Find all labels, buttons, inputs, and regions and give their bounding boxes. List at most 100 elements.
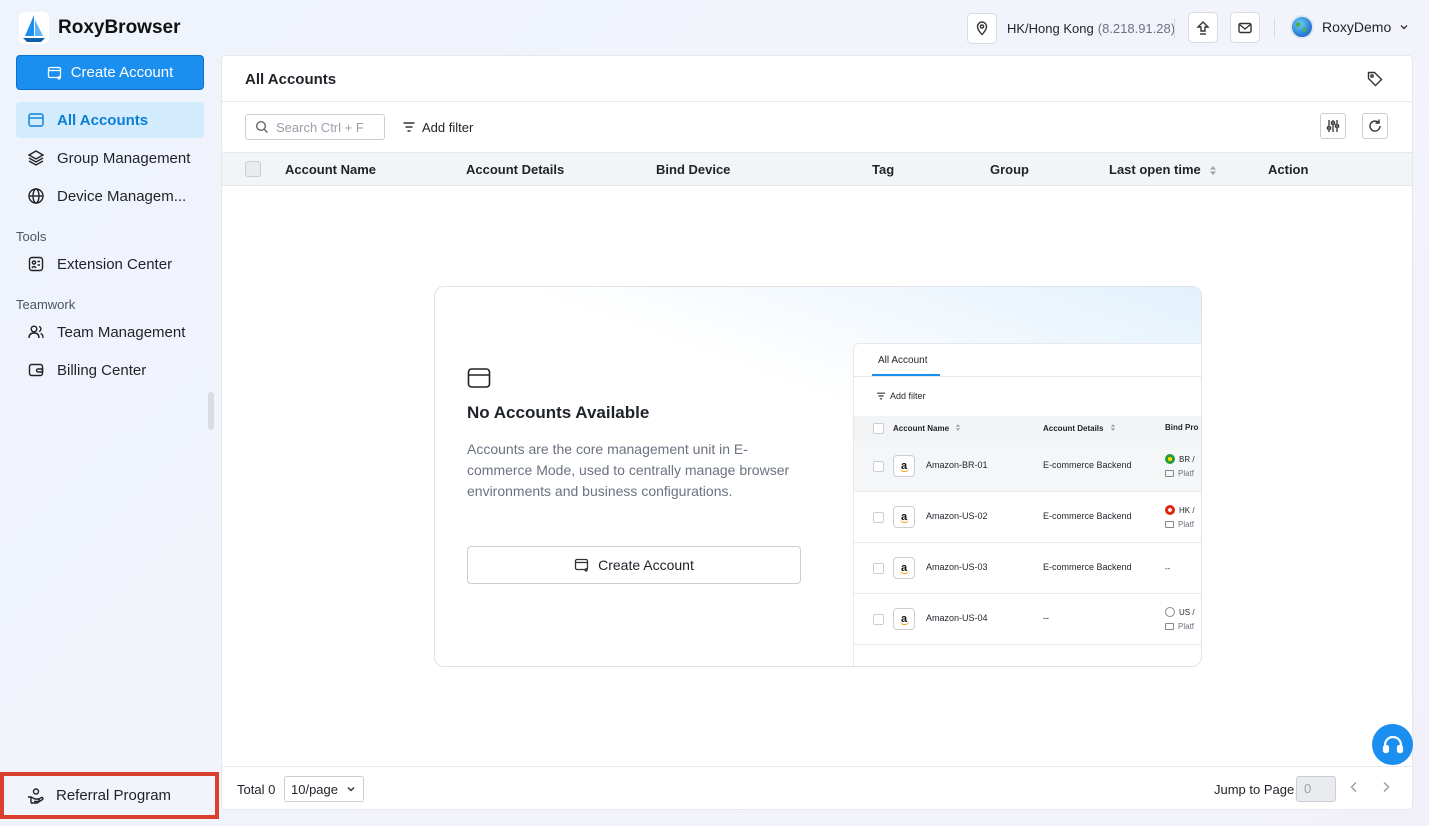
chevron-down-icon <box>347 787 355 792</box>
jump-page-input[interactable]: 0 <box>1296 776 1336 802</box>
sidebar-item-extension-center[interactable]: Extension Center <box>16 246 204 282</box>
sidebar-item-device-management[interactable]: Device Managem... <box>16 178 204 214</box>
referral-gift-icon <box>28 787 44 804</box>
user-name: RoxyDemo <box>1322 19 1392 35</box>
table-header: Account Name Account Details Bind Device… <box>222 152 1412 186</box>
preview-table-header: Account Name Account Details Bind Pro <box>854 416 1201 441</box>
preview-checkbox <box>873 614 884 625</box>
location-name: HK/Hong Kong <box>1007 21 1094 36</box>
sidebar-item-label: Team Management <box>57 323 186 341</box>
main-panel: All Accounts Search Ctrl + F Add filter … <box>221 55 1413 810</box>
referral-program-button[interactable]: Referral Program <box>0 772 219 819</box>
col-account-name[interactable]: Account Name <box>285 162 376 177</box>
col-last-open-label: Last open time <box>1109 162 1201 177</box>
preview-account-name: Amazon-US-02 <box>926 511 988 521</box>
tag-icon <box>1367 71 1383 87</box>
preview-bind-platform: Platf <box>1178 469 1195 478</box>
brazil-flag-icon <box>1165 454 1175 464</box>
preview-row: a Amazon-US-03 E-commerce Backend -- <box>854 543 1201 594</box>
empty-state-text: No Accounts Available Accounts are the c… <box>467 367 807 502</box>
add-account-icon <box>47 66 61 80</box>
sidebar-item-group-management[interactable]: Group Management <box>16 140 204 176</box>
preview-add-filter: Add filter <box>876 391 926 401</box>
create-account-label: Create Account <box>70 64 174 81</box>
sidebar-item-label: Extension Center <box>57 255 173 273</box>
wallet-icon <box>28 363 44 377</box>
amazon-icon: a <box>893 608 915 630</box>
tag-button[interactable] <box>1366 70 1384 88</box>
add-account-icon <box>574 558 589 572</box>
create-account-button[interactable]: Create Account <box>16 55 204 90</box>
tools-section-title: Tools <box>16 229 47 244</box>
globe-icon <box>1165 607 1175 617</box>
support-button[interactable] <box>1372 724 1413 765</box>
add-filter-label: Add filter <box>422 119 474 135</box>
location-pin-icon <box>967 12 997 44</box>
card-icon <box>28 113 44 127</box>
next-page-button[interactable] <box>1379 780 1393 794</box>
search-input[interactable]: Search Ctrl + F <box>245 114 385 140</box>
add-filter-button[interactable]: Add filter <box>402 114 473 140</box>
preview-checkbox <box>873 423 884 434</box>
sliders-icon <box>1326 120 1340 132</box>
preview-bind-location: BR / <box>1179 455 1195 464</box>
layers-icon <box>27 150 45 166</box>
preview-bind-platform: Platf <box>1178 622 1195 631</box>
team-icon <box>28 325 44 339</box>
prev-page-button[interactable] <box>1347 780 1361 794</box>
monitor-icon <box>1165 470 1174 477</box>
search-placeholder: Search Ctrl + F <box>276 119 364 135</box>
divider <box>854 376 1201 377</box>
col-group[interactable]: Group <box>990 162 1029 177</box>
upload-button[interactable] <box>1188 12 1218 43</box>
divider <box>1174 18 1175 38</box>
preview-illustration: All Account Add filter Account Name Acco… <box>853 343 1201 666</box>
preview-col: Bind Pro <box>1165 423 1199 432</box>
preview-bind: BR / Platf <box>1165 453 1195 481</box>
globe-icon <box>28 188 44 204</box>
col-account-details[interactable]: Account Details <box>466 162 564 177</box>
preview-account-name: Amazon-US-03 <box>926 562 988 572</box>
select-all-checkbox[interactable] <box>245 161 261 177</box>
column-settings-button[interactable] <box>1320 113 1346 139</box>
main-header: All Accounts <box>222 56 1412 102</box>
location-indicator[interactable]: HK/Hong Kong (8.218.91.28) <box>967 12 1175 44</box>
preview-checkbox <box>873 512 884 523</box>
sidebar-item-billing-center[interactable]: Billing Center <box>16 352 204 388</box>
preview-bind: US / Platf <box>1165 606 1195 634</box>
extension-icon <box>28 256 44 272</box>
refresh-icon <box>1369 119 1381 132</box>
card-icon <box>467 368 491 388</box>
col-last-open-time[interactable]: Last open time <box>1109 162 1217 177</box>
sort-icon <box>956 424 961 431</box>
upload-icon <box>1196 20 1210 35</box>
chevron-right-icon <box>1383 781 1390 793</box>
col-bind-device[interactable]: Bind Device <box>656 162 730 177</box>
refresh-button[interactable] <box>1362 113 1388 139</box>
preview-account-details: E-commerce Backend <box>1043 460 1132 470</box>
roxy-logo-icon <box>19 12 49 44</box>
amazon-icon: a <box>893 506 915 528</box>
sort-icon[interactable] <box>1209 165 1217 176</box>
sidebar-item-team-management[interactable]: Team Management <box>16 314 204 350</box>
page-size-select[interactable]: 10/page <box>284 776 364 802</box>
col-tag[interactable]: Tag <box>872 162 894 177</box>
mail-button[interactable] <box>1230 12 1260 43</box>
user-menu[interactable]: RoxyDemo <box>1290 15 1409 39</box>
hongkong-flag-icon <box>1165 505 1175 515</box>
preview-row: a Amazon-US-02 E-commerce Backend HK / Pl… <box>854 492 1201 543</box>
preview-bind: HK / Platf <box>1165 504 1195 532</box>
divider <box>1274 18 1275 38</box>
mail-icon <box>1238 22 1252 33</box>
sidebar-item-all-accounts[interactable]: All Accounts <box>16 102 204 138</box>
preview-row: a Amazon-BR-01 E-commerce Backend BR / Pl… <box>854 441 1201 492</box>
sidebar-scrollbar[interactable] <box>208 392 214 430</box>
preview-account-details: E-commerce Backend <box>1043 562 1132 572</box>
filter-icon <box>877 392 885 400</box>
preview-bind-location: HK / <box>1179 506 1195 515</box>
empty-state-title: No Accounts Available <box>467 403 650 422</box>
empty-create-account-button[interactable]: Create Account <box>467 546 801 584</box>
preview-account-name: Amazon-BR-01 <box>926 460 988 470</box>
sidebar-item-label: Device Managem... <box>57 187 187 205</box>
preview-row: a Amazon-US-04 -- US / Platf <box>854 594 1201 645</box>
